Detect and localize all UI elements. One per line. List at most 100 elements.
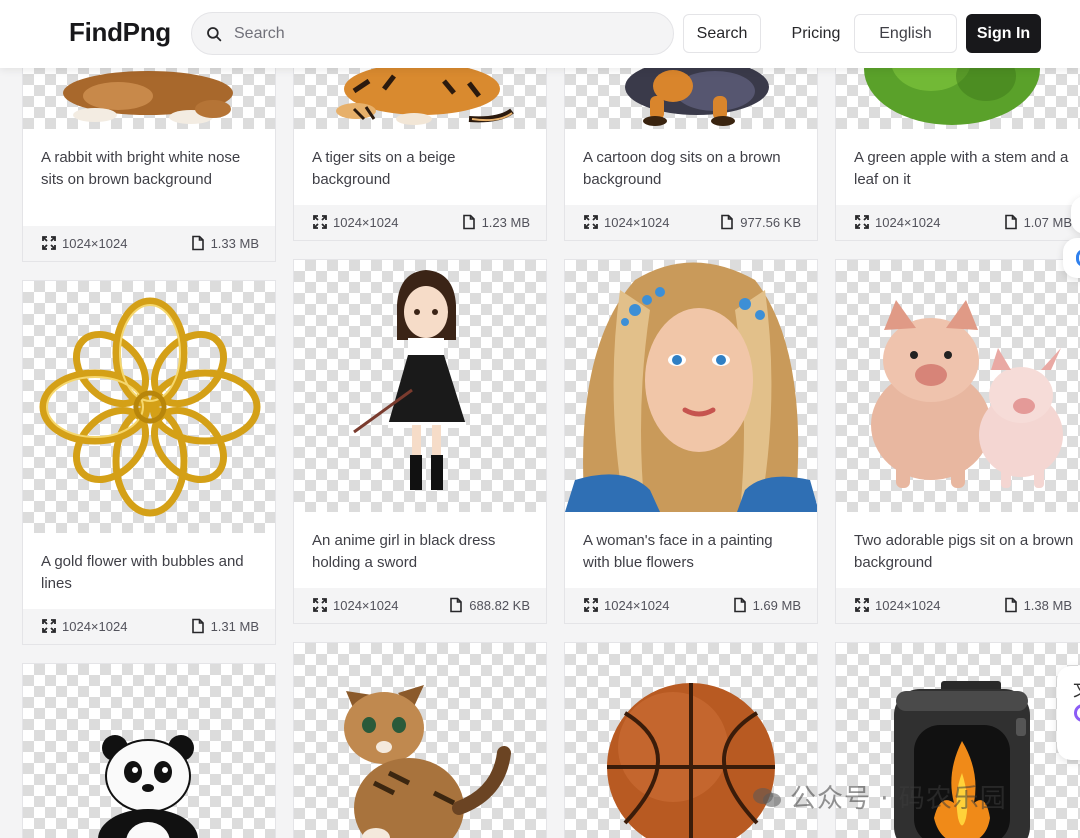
file-icon	[191, 618, 204, 634]
card-meta: 1024×1024 1.38 MB	[836, 588, 1080, 623]
filesize-text: 1.23 MB	[481, 214, 530, 230]
card-dimensions: 1024×1024	[312, 597, 398, 613]
top-nav: FindPng Search Pricing English Sign In	[0, 0, 1080, 68]
panda-image	[98, 735, 198, 838]
card-filesize: 1.69 MB	[732, 597, 801, 613]
card-title: Two adorable pigs sit on a brown backgro…	[854, 532, 1074, 571]
language-selector[interactable]: English	[854, 14, 957, 53]
filesize-text: 1.38 MB	[1023, 597, 1072, 613]
image-card[interactable]: A green apple with a stem and a leaf on …	[835, 40, 1080, 241]
dimensions-text: 1024×1024	[62, 235, 128, 251]
card-filesize: 1.33 MB	[190, 235, 259, 251]
dimensions-text: 1024×1024	[62, 618, 128, 634]
expand-icon	[584, 598, 598, 612]
file-icon	[450, 597, 463, 613]
dimensions-text: 1024×1024	[333, 597, 399, 613]
image-card[interactable]	[293, 642, 547, 838]
card-filesize: 1.23 MB	[461, 214, 530, 230]
card-meta: 1024×1024 1.23 MB	[294, 205, 546, 240]
dimensions-text: 1024×1024	[604, 214, 670, 230]
anime-girl-image	[353, 270, 466, 490]
pricing-link[interactable]: Pricing	[781, 14, 851, 53]
image-thumbnail[interactable]	[294, 643, 546, 838]
card-dimensions: 1024×1024	[41, 235, 127, 251]
dimensions-text: 1024×1024	[875, 214, 941, 230]
card-filesize: 1.07 MB	[1003, 214, 1072, 230]
file-icon	[1004, 597, 1017, 613]
card-dimensions: 1024×1024	[583, 597, 669, 613]
card-title: A woman's face in a painting with blue f…	[583, 532, 773, 571]
watermark-text: 公众号 · 码农乐园	[790, 784, 1007, 814]
purple-circle-icon	[1074, 704, 1080, 722]
card-title: A cartoon dog sits on a brown background	[583, 149, 781, 188]
search-bar[interactable]	[191, 12, 674, 55]
card-title: A rabbit with bright white nose sits on …	[41, 149, 241, 188]
card-meta: 1024×1024 1.33 MB	[23, 226, 275, 261]
image-thumbnail[interactable]	[294, 260, 546, 512]
image-card[interactable]: A woman's face in a painting with blue f…	[564, 259, 818, 624]
filesize-text: 688.82 KB	[469, 597, 530, 613]
pigs-image	[871, 300, 1063, 488]
card-dimensions: 1024×1024	[583, 214, 669, 230]
file-icon	[191, 235, 204, 251]
card-filesize: 1.38 MB	[1003, 597, 1072, 613]
card-meta: 1024×1024 977.56 KB	[565, 205, 817, 240]
image-thumbnail[interactable]	[836, 260, 1080, 512]
floating-toolbar[interactable]: 文	[1057, 666, 1080, 760]
expand-icon	[313, 215, 327, 229]
dimensions-text: 1024×1024	[875, 597, 941, 613]
dimensions-text: 1024×1024	[333, 214, 399, 230]
card-filesize: 1.31 MB	[190, 618, 259, 634]
card-meta: 1024×1024 1.69 MB	[565, 588, 817, 623]
filesize-text: 1.69 MB	[752, 597, 801, 613]
file-icon	[1004, 214, 1017, 230]
expand-icon	[855, 215, 869, 229]
blue-dot-icon	[1076, 249, 1080, 267]
translate-icon: 文	[1073, 676, 1080, 702]
image-thumbnail[interactable]	[23, 281, 275, 533]
watermark: 公众号 · 码农乐园	[752, 778, 1007, 815]
dimensions-text: 1024×1024	[604, 597, 670, 613]
floating-widget[interactable]	[1063, 238, 1080, 278]
card-filesize: 977.56 KB	[719, 214, 801, 230]
image-card[interactable]: A tiger sits on a beige background 1024×…	[293, 40, 547, 241]
search-icon	[207, 27, 222, 42]
expand-icon	[42, 236, 56, 250]
image-card[interactable]: A cartoon dog sits on a brown background…	[564, 40, 818, 241]
gold-flower-image	[39, 297, 261, 517]
expand-icon	[313, 598, 327, 612]
search-input[interactable]	[234, 13, 654, 54]
search-button[interactable]: Search	[683, 14, 761, 53]
image-thumbnail[interactable]	[565, 260, 817, 512]
file-icon	[721, 214, 734, 230]
woman-portrait-image	[565, 262, 817, 512]
card-dimensions: 1024×1024	[312, 214, 398, 230]
expand-icon	[855, 598, 869, 612]
sign-in-button[interactable]: Sign In	[966, 14, 1041, 53]
image-card[interactable]: A gold flower with bubbles and lines 102…	[22, 280, 276, 645]
filesize-text: 1.31 MB	[210, 618, 259, 634]
card-dimensions: 1024×1024	[854, 597, 940, 613]
filesize-text: 1.07 MB	[1023, 214, 1072, 230]
kitten-image	[344, 685, 511, 838]
wechat-icon	[753, 787, 781, 807]
card-title: An anime girl in black dress holding a s…	[312, 532, 496, 571]
expand-icon	[42, 619, 56, 633]
card-filesize: 688.82 KB	[448, 597, 530, 613]
image-thumbnail[interactable]	[23, 664, 275, 838]
card-meta: 1024×1024 1.07 MB	[836, 205, 1080, 240]
image-card[interactable]: Two adorable pigs sit on a brown backgro…	[835, 259, 1080, 624]
card-title: A green apple with a stem and a leaf on …	[854, 149, 1069, 188]
logo[interactable]: FindPng	[69, 17, 171, 48]
card-meta: 1024×1024 1.31 MB	[23, 609, 275, 644]
file-icon	[733, 597, 746, 613]
filesize-text: 977.56 KB	[740, 214, 801, 230]
image-card[interactable]: A rabbit with bright white nose sits on …	[22, 40, 276, 262]
card-dimensions: 1024×1024	[854, 214, 940, 230]
image-card[interactable]	[22, 663, 276, 838]
file-icon	[462, 214, 475, 230]
card-dimensions: 1024×1024	[41, 618, 127, 634]
image-card[interactable]: An anime girl in black dress holding a s…	[293, 259, 547, 624]
filesize-text: 1.33 MB	[210, 235, 259, 251]
card-title: A tiger sits on a beige background	[312, 149, 456, 188]
